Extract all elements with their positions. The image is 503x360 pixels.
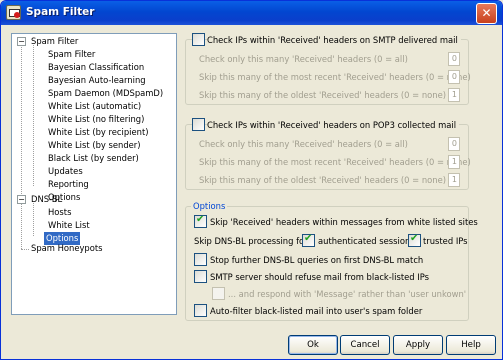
tree-label: White List <box>48 220 90 230</box>
authenticated-sessions-label: authenticated sessions <box>318 236 415 246</box>
stop-further-queries-label: Stop further DNS-BL queries on first DNS… <box>210 255 424 265</box>
cancel-button[interactable]: Cancel <box>340 335 390 355</box>
tree-connector <box>21 249 29 250</box>
smtp-check-count-label: Check only this many 'Received' headers … <box>199 54 408 64</box>
tree-item-bayesian-classification[interactable]: Bayesian Classification <box>46 61 146 74</box>
tree-item-white-list[interactable]: White List <box>46 219 92 232</box>
skip-dnsbl-for-label: Skip DNS-BL processing for <box>194 236 308 246</box>
tree-label: White List (automatic) <box>48 101 142 111</box>
close-button[interactable]: ✕ <box>476 3 497 24</box>
tree-label: White List (by sender) <box>48 140 141 150</box>
pop3-skip-recent-field[interactable]: 1 <box>448 155 460 169</box>
tree-label: Spam Honeypots <box>31 243 103 253</box>
tree-label: Spam Daemon (MDSpamD) <box>48 88 164 98</box>
auto-filter-label: Auto-filter black-listed mail into user'… <box>210 306 423 316</box>
smtp-skip-recent-field[interactable]: 0 <box>448 70 460 84</box>
tree-item-white-list-no-filtering[interactable]: White List (no filtering) <box>46 113 146 126</box>
tree-label: White List (by recipient) <box>48 127 149 137</box>
pop3-check-ips-label: Check IPs within 'Received' headers on P… <box>207 120 460 130</box>
pop3-check-count-label: Check only this many 'Received' headers … <box>199 139 408 149</box>
tree-label: Bayesian Auto-learning <box>48 75 146 85</box>
tree-item-white-list-by-sender[interactable]: White List (by sender) <box>46 139 143 152</box>
smtp-refuse-label: SMTP server should refuse mail from blac… <box>210 272 429 282</box>
tree-root-dns-bl[interactable]: DNS-BL <box>29 193 64 206</box>
navigation-tree[interactable]: − Spam Filter Spam Filter Bayesian Class… <box>11 33 177 315</box>
tree-item-spam-filter[interactable]: Spam Filter <box>46 48 97 61</box>
ok-button[interactable]: Ok <box>288 335 338 355</box>
auto-filter-checkbox[interactable] <box>194 304 207 317</box>
tree-label: Spam Filter <box>31 36 79 46</box>
pop3-check-ips-checkbox[interactable] <box>192 118 205 131</box>
collapse-dns-bl-icon[interactable]: − <box>17 195 26 204</box>
tree-item-bayesian-auto-learning[interactable]: Bayesian Auto-learning <box>46 74 148 87</box>
skip-whitelisted-label: Skip 'Received' headers within messages … <box>210 217 478 227</box>
tree-item-reporting[interactable]: Reporting <box>46 178 91 191</box>
stop-further-queries-checkbox[interactable] <box>194 253 207 266</box>
smtp-skip-recent-label: Skip this many of the most recent 'Recei… <box>199 72 471 82</box>
authenticated-sessions-checkbox[interactable] <box>302 233 315 247</box>
trusted-ips-label: trusted IPs <box>423 236 468 246</box>
tree-connector <box>33 203 34 236</box>
options-legend: Options <box>191 201 228 211</box>
tree-label: Hosts <box>48 207 72 217</box>
smtp-skip-oldest-field[interactable]: 1 <box>448 88 460 102</box>
tree-item-updates[interactable]: Updates <box>46 165 85 178</box>
window-title: Spam Filter <box>26 6 95 18</box>
tree-connector <box>33 45 34 186</box>
trusted-ips-checkbox[interactable] <box>408 233 421 247</box>
apply-button[interactable]: Apply <box>393 335 443 355</box>
tree-connector <box>21 45 22 200</box>
tree-connector <box>21 200 22 249</box>
smtp-check-count-field[interactable]: 0 <box>448 52 460 66</box>
respond-message-label: ... and respond with 'Message' rather th… <box>228 289 467 299</box>
title-bar[interactable]: Spam Filter ✕ <box>1 1 502 25</box>
pop3-skip-oldest-label: Skip this many of the oldest 'Received' … <box>199 175 447 185</box>
smtp-refuse-checkbox[interactable] <box>194 270 207 283</box>
pop3-check-count-field[interactable]: 0 <box>448 137 460 151</box>
spam-filter-app-icon <box>6 5 21 20</box>
tree-label: Black List (by sender) <box>48 153 139 163</box>
smtp-check-ips-checkbox[interactable] <box>192 33 205 46</box>
pop3-skip-recent-label: Skip this many of the most recent 'Recei… <box>199 157 471 167</box>
help-button[interactable]: Help <box>446 335 496 355</box>
tree-label: Reporting <box>48 179 89 189</box>
tree-item-black-list-by-sender[interactable]: Black List (by sender) <box>46 152 141 165</box>
collapse-spam-filter-icon[interactable]: − <box>17 37 26 46</box>
tree-label: Updates <box>48 166 83 176</box>
skip-whitelisted-checkbox[interactable] <box>194 214 207 228</box>
tree-item-hosts[interactable]: Hosts <box>46 206 73 219</box>
tree-root-spam-filter[interactable]: Spam Filter <box>29 35 80 48</box>
tree-item-white-list-automatic[interactable]: White List (automatic) <box>46 100 143 113</box>
tree-item-spam-daemon[interactable]: Spam Daemon (MDSpamD) <box>46 87 165 100</box>
smtp-check-ips-label: Check IPs within 'Received' headers on S… <box>207 35 461 45</box>
tree-item-white-list-by-recipient[interactable]: White List (by recipient) <box>46 126 151 139</box>
respond-message-checkbox[interactable] <box>212 287 225 300</box>
pop3-skip-oldest-field[interactable]: 1 <box>448 173 460 187</box>
tree-label: DNS-BL <box>31 194 63 204</box>
tree-root-spam-honeypots[interactable]: Spam Honeypots <box>29 242 105 255</box>
tree-label: White List (no filtering) <box>48 114 145 124</box>
spam-filter-window: Spam Filter ✕ − Spam Filter Spam Filter … <box>0 0 503 360</box>
tree-label: Bayesian Classification <box>48 62 145 72</box>
smtp-skip-oldest-label: Skip this many of the oldest 'Received' … <box>199 90 447 100</box>
tree-label: Spam Filter <box>48 49 96 59</box>
